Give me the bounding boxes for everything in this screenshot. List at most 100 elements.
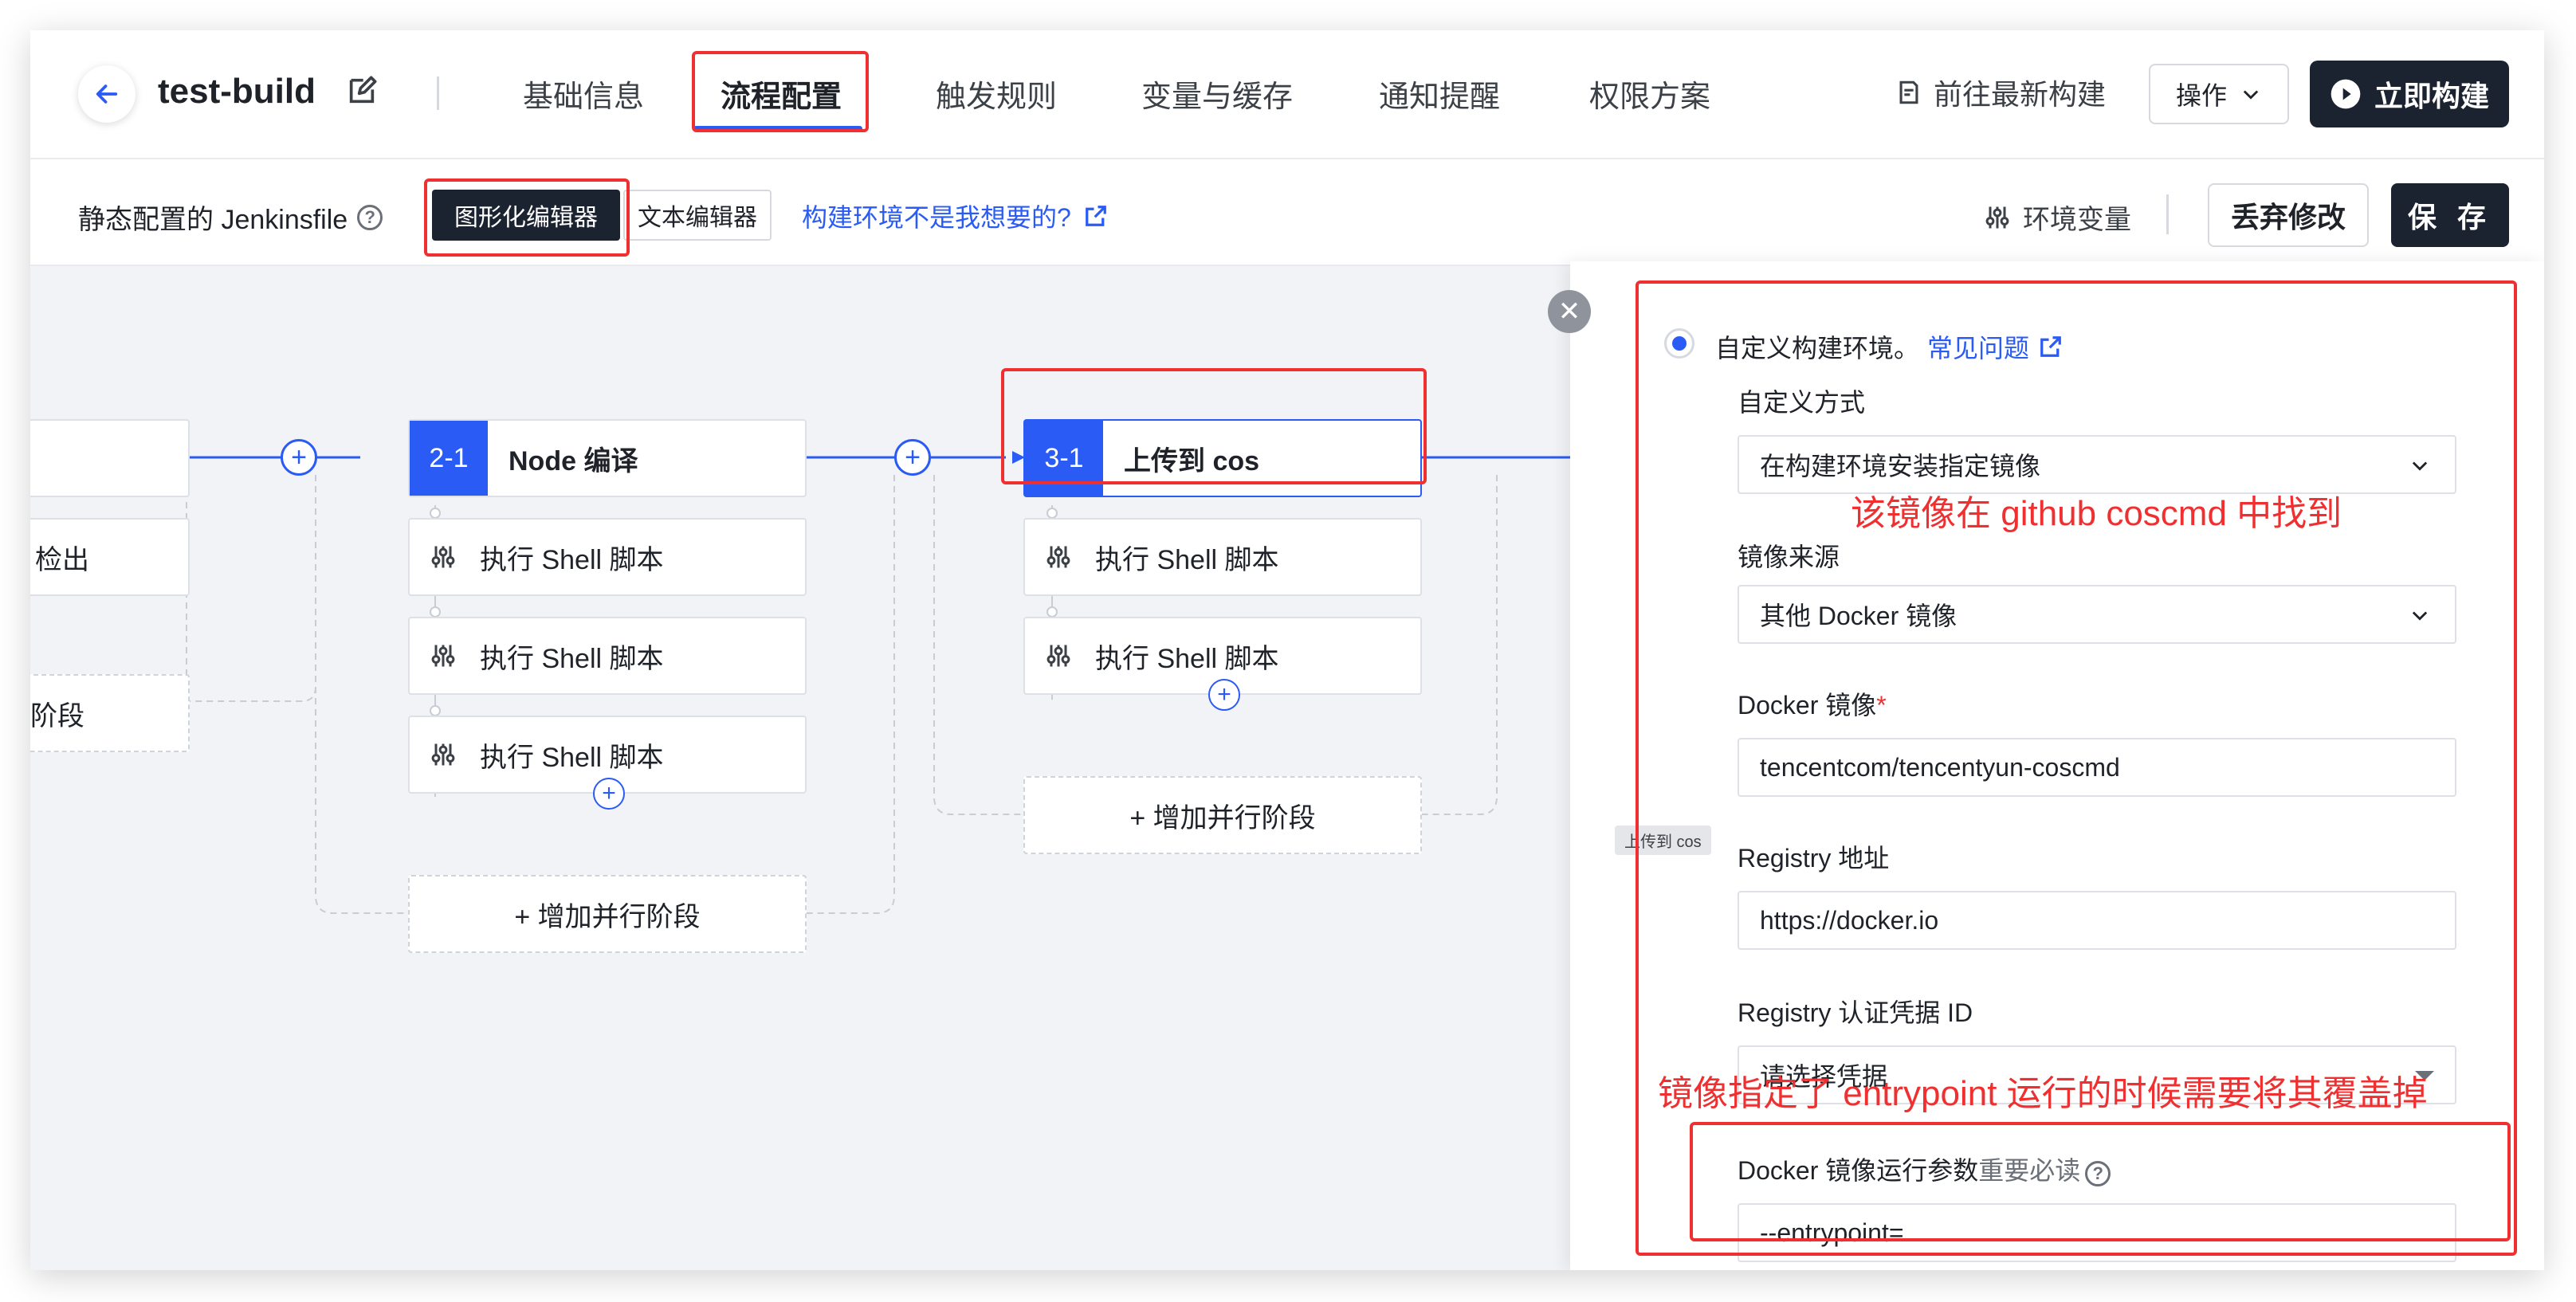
tab-trigger-rules[interactable]: 触发规则 bbox=[936, 72, 1057, 116]
save-button[interactable]: 保 存 bbox=[2391, 183, 2509, 247]
sliders-icon bbox=[431, 546, 455, 568]
stage-config-panel: 自定义构建环境。 常见问题 自定义方式 在构建环境安装指定镜像 镜像来源 其他 … bbox=[1570, 261, 2544, 1270]
registry-cred-label: Registry 认证凭据 ID bbox=[1738, 998, 1973, 1027]
add-stage-button[interactable]: + bbox=[894, 439, 931, 476]
add-step-button[interactable]: + bbox=[1208, 679, 1240, 711]
image-source-select[interactable]: 其他 Docker 镜像 bbox=[1738, 585, 2456, 644]
sliders-icon bbox=[1046, 645, 1070, 667]
sliders-icon bbox=[1046, 546, 1070, 568]
run-build-label: 立即构建 bbox=[2374, 80, 2489, 112]
stage-tooltip: 上传到 cos bbox=[1615, 826, 1711, 855]
registry-address-label: Registry 地址 bbox=[1738, 844, 1890, 873]
annotation-entrypoint-note: 镜像指定了 entrypoint 运行的时候需要将其覆盖掉 bbox=[1658, 1074, 2428, 1113]
run-build-button[interactable]: 立即构建 bbox=[2310, 61, 2509, 127]
help-icon[interactable]: ? bbox=[2085, 1161, 2111, 1186]
add-stage-button[interactable]: + bbox=[281, 439, 317, 476]
step-label: 执行 Shell 脚本 bbox=[1095, 643, 1279, 674]
add-parallel-stage-button[interactable]: + 增加并行阶段 bbox=[408, 875, 807, 953]
custom-mode-value: 在构建环境安装指定镜像 bbox=[1760, 452, 2041, 480]
pipeline-canvas: 检出 阶段 + 2-1 Node 编译 执行 Shell 脚本 执行 Shell… bbox=[30, 266, 1570, 1270]
faq-label: 常见问题 bbox=[1927, 334, 2030, 363]
docker-image-label-text: Docker 镜像 bbox=[1738, 691, 1877, 720]
important-read-link[interactable]: 重要必读 bbox=[1978, 1156, 2080, 1185]
custom-env-radio[interactable] bbox=[1664, 328, 1694, 359]
back-button[interactable] bbox=[78, 65, 135, 123]
env-not-wanted-label: 构建环境不是我想要的? bbox=[802, 203, 1071, 232]
active-tab-indicator bbox=[693, 126, 862, 131]
add-step-button[interactable]: + bbox=[593, 778, 625, 810]
top-header: test-build 基础信息 流程配置 触发规则 变量与缓存 通知提醒 权限方… bbox=[30, 30, 2544, 159]
run-args-label-text: Docker 镜像运行参数 bbox=[1738, 1156, 1979, 1185]
divider bbox=[437, 76, 439, 110]
env-not-wanted-link[interactable]: 构建环境不是我想要的? bbox=[802, 198, 1108, 234]
arrow-left-icon bbox=[96, 84, 118, 104]
stage-upload-cos[interactable]: 3-1 上传到 cos bbox=[1023, 419, 1422, 497]
stage-head-partial[interactable] bbox=[30, 419, 190, 497]
docker-image-label: Docker 镜像* bbox=[1738, 685, 1887, 722]
image-source-label: 镜像来源 bbox=[1738, 543, 1840, 571]
add-parallel-stage-partial[interactable]: 阶段 bbox=[30, 674, 190, 752]
chevron-down-icon bbox=[2412, 461, 2428, 471]
chevron-down-icon bbox=[2243, 90, 2259, 100]
add-parallel-label: 阶段 bbox=[30, 700, 84, 731]
operations-label: 操作 bbox=[2175, 81, 2227, 110]
env-vars-button[interactable]: 环境变量 bbox=[1983, 198, 2131, 237]
custom-mode-label: 自定义方式 bbox=[1738, 388, 1866, 417]
step-label: 执行 Shell 脚本 bbox=[480, 544, 664, 575]
app-window: test-build 基础信息 流程配置 触发规则 变量与缓存 通知提醒 权限方… bbox=[30, 30, 2544, 1270]
add-parallel-stage-button[interactable]: + 增加并行阶段 bbox=[1023, 776, 1422, 854]
discard-changes-button[interactable]: 丢弃修改 bbox=[2208, 183, 2369, 247]
operations-dropdown[interactable]: 操作 bbox=[2149, 64, 2289, 124]
tab-pipeline-config[interactable]: 流程配置 bbox=[721, 72, 842, 116]
annotation-image-note: 该镜像在 github coscmd 中找到 bbox=[1851, 494, 2342, 533]
stage-number: 2-1 bbox=[410, 421, 488, 496]
step-shell-script[interactable]: 执行 Shell 脚本 bbox=[408, 518, 807, 596]
static-jenkinsfile-label: 静态配置的 Jenkinsfile ? bbox=[78, 198, 383, 237]
tab-basic-info[interactable]: 基础信息 bbox=[523, 72, 644, 116]
step-shell-script[interactable]: 执行 Shell 脚本 bbox=[1023, 518, 1422, 596]
custom-env-radio-label: 自定义构建环境。 常见问题 bbox=[1715, 328, 2063, 365]
env-vars-label: 环境变量 bbox=[2023, 205, 2131, 235]
close-panel-icon[interactable]: ✕ bbox=[1548, 290, 1591, 333]
docker-image-input[interactable]: tencentcom/tencentyun-coscmd bbox=[1738, 738, 2456, 797]
stage-title: Node 编译 bbox=[509, 445, 638, 476]
text-editor-button[interactable]: 文本编辑器 bbox=[623, 190, 772, 241]
step-label: 执行 Shell 脚本 bbox=[480, 742, 664, 773]
required-mark: * bbox=[1876, 691, 1887, 720]
run-args-input[interactable]: --entrypoint= bbox=[1738, 1203, 2456, 1262]
sliders-icon bbox=[431, 743, 455, 766]
editor-toolbar: 静态配置的 Jenkinsfile ? 图形化编辑器 文本编辑器 构建环境不是我… bbox=[30, 159, 2544, 266]
graph-editor-button[interactable]: 图形化编辑器 bbox=[432, 190, 620, 241]
tab-notifications[interactable]: 通知提醒 bbox=[1379, 72, 1500, 116]
radio-dot bbox=[1672, 336, 1687, 351]
stage-title: 上传到 cos bbox=[1124, 445, 1260, 476]
external-link-icon bbox=[1085, 206, 1106, 226]
tab-permissions[interactable]: 权限方案 bbox=[1589, 72, 1710, 116]
stage-node-build[interactable]: 2-1 Node 编译 bbox=[408, 419, 807, 497]
run-args-label: Docker 镜像运行参数重要必读? bbox=[1738, 1151, 2111, 1187]
external-link-icon bbox=[2040, 336, 2061, 357]
goto-latest-build-link[interactable]: 前往最新构建 bbox=[1895, 72, 2106, 113]
static-jenkinsfile-text: 静态配置的 Jenkinsfile bbox=[78, 205, 348, 235]
step-shell-script[interactable]: 执行 Shell 脚本 bbox=[408, 617, 807, 695]
step-label: 执行 Shell 脚本 bbox=[480, 643, 664, 674]
help-icon[interactable]: ? bbox=[357, 204, 383, 230]
step-label: 检出 bbox=[35, 544, 89, 575]
goto-latest-label: 前往最新构建 bbox=[1934, 78, 2107, 111]
custom-env-label: 自定义构建环境。 bbox=[1715, 334, 1920, 363]
project-name: test-build bbox=[158, 72, 316, 111]
stage-number: 3-1 bbox=[1025, 421, 1103, 496]
divider bbox=[2166, 194, 2169, 234]
chevron-down-icon bbox=[2412, 611, 2428, 621]
sliders-icon bbox=[1985, 206, 2009, 228]
tab-variables-cache[interactable]: 变量与缓存 bbox=[1141, 72, 1293, 116]
step-checkout[interactable]: 检出 bbox=[30, 518, 190, 596]
sliders-icon bbox=[431, 645, 455, 667]
step-label: 执行 Shell 脚本 bbox=[1095, 544, 1279, 575]
document-icon bbox=[1899, 80, 1918, 104]
image-source-value: 其他 Docker 镜像 bbox=[1760, 602, 1958, 630]
faq-link[interactable]: 常见问题 bbox=[1927, 328, 2063, 365]
edit-icon[interactable] bbox=[346, 75, 378, 107]
play-circle-icon bbox=[2331, 79, 2361, 109]
registry-address-input[interactable]: https://docker.io bbox=[1738, 891, 2456, 950]
